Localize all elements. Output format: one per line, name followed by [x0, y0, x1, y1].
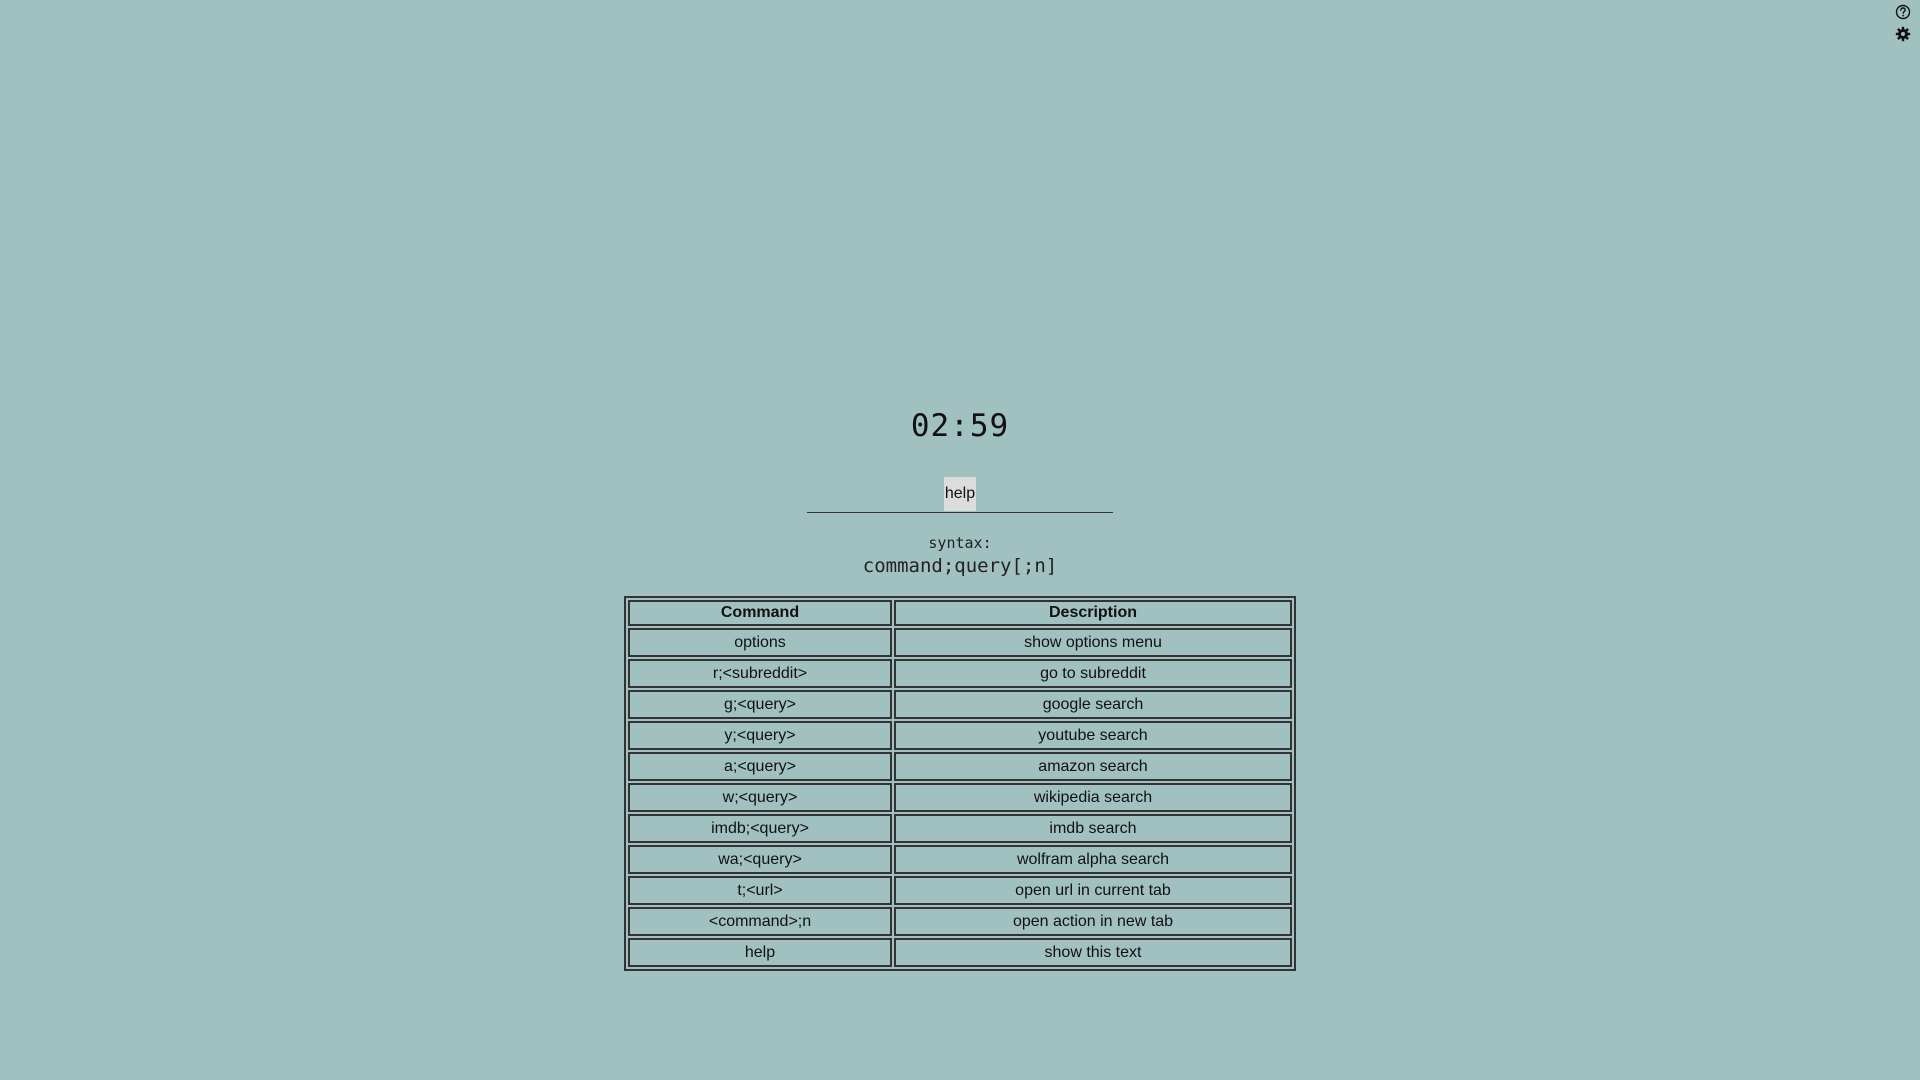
- command-cell: <command>;n: [628, 907, 892, 936]
- description-cell: open url in current tab: [894, 876, 1292, 905]
- description-cell: go to subreddit: [894, 659, 1292, 688]
- description-cell: google search: [894, 690, 1292, 719]
- table-row: y;<query> youtube search: [628, 721, 1292, 750]
- help-icon[interactable]: [1895, 4, 1911, 20]
- corner-toolbar: [1894, 4, 1912, 42]
- table-row: t;<url> open url in current tab: [628, 876, 1292, 905]
- command-cell: a;<query>: [628, 752, 892, 781]
- table-row: wa;<query> wolfram alpha search: [628, 845, 1292, 874]
- command-cell: wa;<query>: [628, 845, 892, 874]
- help-table: Command Description options show options…: [624, 596, 1296, 971]
- command-input[interactable]: help: [943, 477, 977, 511]
- table-header-row: Command Description: [628, 600, 1292, 626]
- table-row: imdb;<query> imdb search: [628, 814, 1292, 843]
- command-cell: y;<query>: [628, 721, 892, 750]
- syntax-value: command;query[;n]: [862, 555, 1058, 577]
- description-cell: show options menu: [894, 628, 1292, 657]
- table-row: help show this text: [628, 938, 1292, 967]
- table-row: r;<subreddit> go to subreddit: [628, 659, 1292, 688]
- command-cell: help: [628, 938, 892, 967]
- command-cell: t;<url>: [628, 876, 892, 905]
- description-cell: imdb search: [894, 814, 1292, 843]
- command-cell: options: [628, 628, 892, 657]
- table-row: a;<query> amazon search: [628, 752, 1292, 781]
- description-cell: youtube search: [894, 721, 1292, 750]
- description-cell: wikipedia search: [894, 783, 1292, 812]
- table-row: g;<query> google search: [628, 690, 1292, 719]
- command-cell: imdb;<query>: [628, 814, 892, 843]
- syntax-label: syntax:: [928, 534, 992, 552]
- command-cell: r;<subreddit>: [628, 659, 892, 688]
- table-row: options show options menu: [628, 628, 1292, 657]
- description-cell: amazon search: [894, 752, 1292, 781]
- command-cell: g;<query>: [628, 690, 892, 719]
- command-input-wrapper[interactable]: help: [807, 474, 1113, 513]
- column-header-command: Command: [628, 600, 892, 626]
- table-row: w;<query> wikipedia search: [628, 783, 1292, 812]
- description-cell: wolfram alpha search: [894, 845, 1292, 874]
- command-cell: w;<query>: [628, 783, 892, 812]
- description-cell: open action in new tab: [894, 907, 1292, 936]
- gear-icon[interactable]: [1895, 26, 1911, 42]
- table-row: <command>;n open action in new tab: [628, 907, 1292, 936]
- column-header-description: Description: [894, 600, 1292, 626]
- description-cell: show this text: [894, 938, 1292, 967]
- clock-display: 02:59: [910, 408, 1010, 444]
